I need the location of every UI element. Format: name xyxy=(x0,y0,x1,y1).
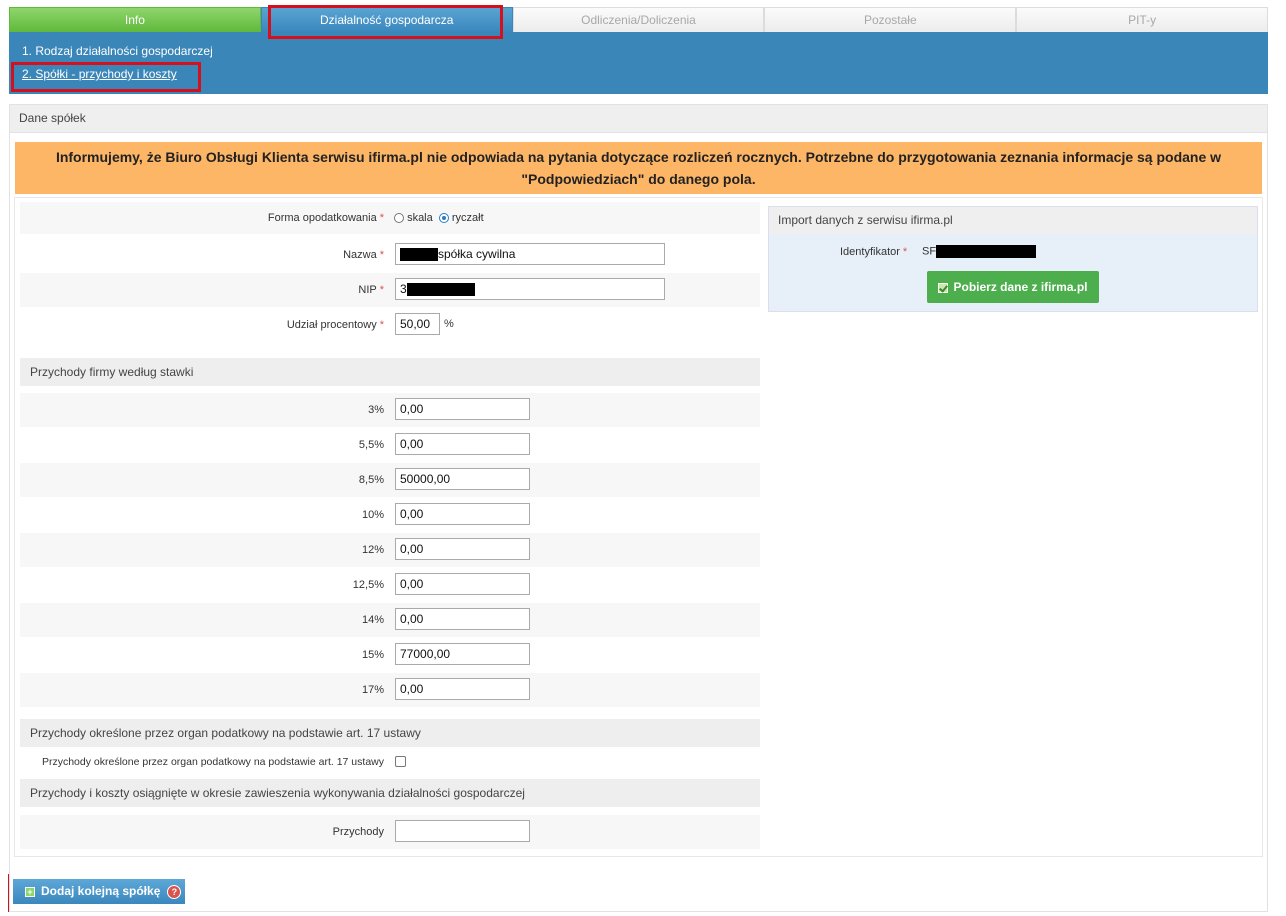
share-row: Udział procentowy * 50,00 % xyxy=(20,308,760,342)
rate-row-8-5: 8,5% 50000,00 xyxy=(20,463,760,497)
check-icon xyxy=(938,282,949,293)
name-value: spółka cywilna xyxy=(438,247,516,261)
import-panel: Import danych z serwisu ifirma.pl Identy… xyxy=(768,206,1258,312)
rate-input[interactable]: 0,00 xyxy=(395,678,530,700)
art17-label: Przychody określone przez organ podatkow… xyxy=(41,756,384,768)
suspension-revenue-input[interactable] xyxy=(395,820,530,842)
share-input[interactable]: 50,00 xyxy=(395,313,440,335)
rate-input[interactable]: 0,00 xyxy=(395,433,530,455)
rate-row-12: 12% 0,00 xyxy=(20,533,760,567)
rate-label: 15% xyxy=(361,649,384,661)
help-icon[interactable]: ? xyxy=(167,884,182,899)
tab-pit-y[interactable]: PIT-y xyxy=(1016,7,1268,32)
rate-row-12-5: 12,5% 0,00 xyxy=(20,568,760,602)
companies-panel: Dane spółek Informujemy, że Biuro Obsług… xyxy=(9,104,1268,912)
radio-ryczalt-label: ryczałt xyxy=(451,212,484,224)
rate-input[interactable]: 77000,00 xyxy=(395,643,530,665)
art17-section-header: Przychody określone przez organ podatkow… xyxy=(20,719,760,747)
required-star: * xyxy=(379,284,384,296)
rate-row-5-5: 5,5% 0,00 xyxy=(20,428,760,462)
nip-row: NIP * 3 xyxy=(20,273,760,307)
tab-pozostale[interactable]: Pozostałe xyxy=(764,7,1017,32)
art17-row: Przychody określone przez organ podatkow… xyxy=(20,750,760,774)
rate-label: 5,5% xyxy=(358,439,384,451)
rate-row-3: 3% 0,00 xyxy=(20,393,760,427)
highlight-box-subnav xyxy=(11,62,201,92)
taxation-form-row: Forma opodatkowania * skala ryczałt xyxy=(20,202,760,234)
highlight-box-tab xyxy=(268,5,503,39)
rate-label: 8,5% xyxy=(358,474,384,486)
form-area: Forma opodatkowania * skala ryczałt Nazwa… xyxy=(14,197,1263,857)
fetch-data-button[interactable]: Pobierz dane z ifirma.pl xyxy=(927,271,1099,303)
rate-input[interactable]: 0,00 xyxy=(395,503,530,525)
share-label: Udział procentowy xyxy=(286,319,377,331)
rate-input[interactable]: 0,00 xyxy=(395,608,530,630)
art17-checkbox[interactable] xyxy=(395,756,406,767)
add-company-label: Dodaj kolejną spółkę xyxy=(41,884,161,898)
rate-input[interactable]: 0,00 xyxy=(395,573,530,595)
import-title: Import danych z serwisu ifirma.pl xyxy=(769,207,1257,234)
identifier-value: SF xyxy=(922,245,1037,258)
identifier-label: Identyfikator xyxy=(840,246,900,258)
rate-input[interactable]: 0,00 xyxy=(395,398,530,420)
notice-banner: Informujemy, że Biuro Obsługi Klienta se… xyxy=(15,142,1262,194)
share-unit: % xyxy=(444,318,454,330)
rate-label: 10% xyxy=(361,509,384,521)
tab-odliczenia-doliczenia[interactable]: Odliczenia/Doliczenia xyxy=(512,7,765,32)
rate-label: 14% xyxy=(361,614,384,626)
rate-row-14: 14% 0,00 xyxy=(20,603,760,637)
add-company-button[interactable]: + Dodaj kolejną spółkę? xyxy=(13,879,185,904)
tab-info[interactable]: Info xyxy=(9,7,261,32)
redacted-block xyxy=(406,283,475,297)
required-star: * xyxy=(379,249,384,261)
redacted-block xyxy=(400,248,438,262)
required-star: * xyxy=(379,319,384,331)
subnav-rodzaj-dzialalnosci[interactable]: 1. Rodzaj działalności gospodarczej xyxy=(22,44,213,58)
redacted-block xyxy=(936,245,1037,258)
rate-input[interactable]: 0,00 xyxy=(395,538,530,560)
suspension-revenue-label: Przychody xyxy=(332,826,384,838)
taxation-form-label: Forma opodatkowania xyxy=(267,212,377,224)
radio-skala[interactable] xyxy=(394,213,404,224)
rate-row-17: 17% 0,00 xyxy=(20,673,760,707)
rate-row-10: 10% 0,00 xyxy=(20,498,760,532)
nip-input[interactable]: 3 xyxy=(395,278,665,300)
required-star: * xyxy=(902,246,908,258)
plus-icon: + xyxy=(25,886,35,897)
panel-title: Dane spółek xyxy=(10,105,1267,133)
name-row: Nazwa * spółka cywilna xyxy=(20,238,760,272)
required-star: * xyxy=(379,212,384,224)
suspension-row: Przychody xyxy=(20,815,760,849)
radio-ryczalt[interactable] xyxy=(438,213,449,224)
name-label: Nazwa xyxy=(343,249,377,261)
rate-input[interactable]: 50000,00 xyxy=(395,468,530,490)
rate-row-15: 15% 77000,00 xyxy=(20,638,760,672)
nip-value: 3 xyxy=(400,282,407,296)
tab-bar: Info Działalność gospodarcza Odliczenia/… xyxy=(9,7,1268,32)
rate-label: 12,5% xyxy=(352,579,384,591)
rate-label: 17% xyxy=(361,684,384,696)
rates-section-header: Przychody firmy według stawki xyxy=(20,358,760,386)
radio-skala-label: skala xyxy=(407,212,433,224)
rate-label: 12% xyxy=(361,544,384,556)
name-input[interactable]: spółka cywilna xyxy=(395,243,665,265)
nip-label: NIP xyxy=(358,284,377,296)
rate-label: 3% xyxy=(368,404,384,416)
suspension-section-header: Przychody i koszty osiągnięte w okresie … xyxy=(20,779,760,807)
